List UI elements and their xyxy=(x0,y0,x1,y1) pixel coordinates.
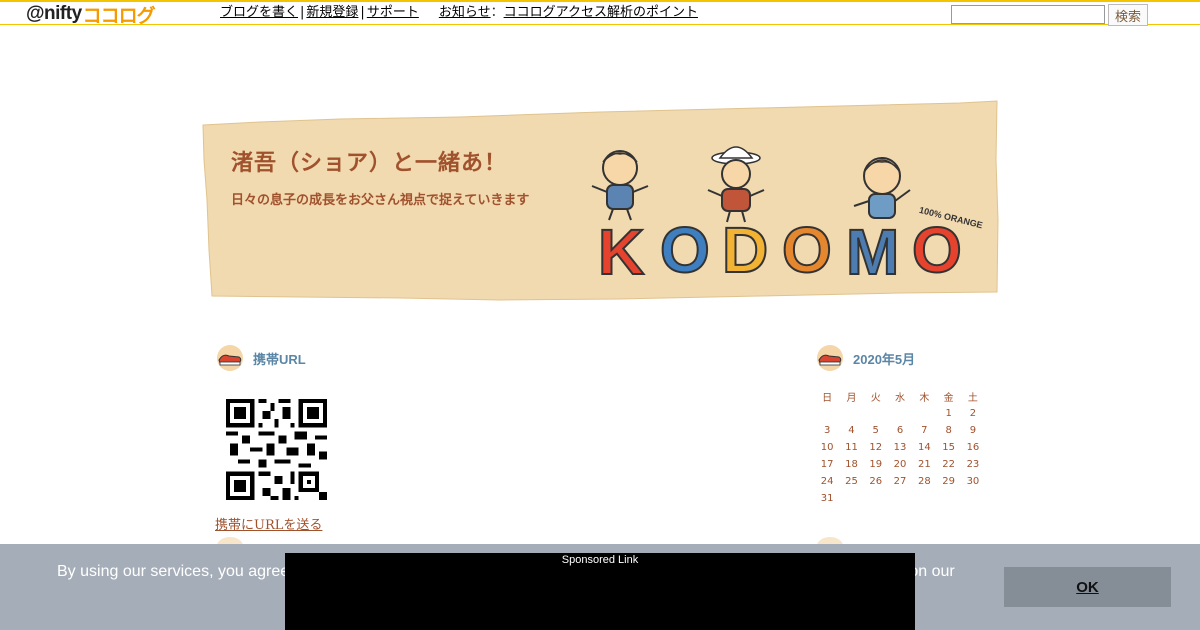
search-input[interactable] xyxy=(951,5,1105,24)
top-nav: ブログを書く | 新規登録 | サポート お知らせ：ココログアクセス解析のポイント xyxy=(220,4,698,21)
calendar-day: 24 xyxy=(820,476,834,487)
calendar-week-row: 17 18 19 20 21 22 23 xyxy=(815,456,985,473)
sponsored-ad-box[interactable]: Sponsored Link xyxy=(285,553,915,630)
calendar-day: 27 xyxy=(893,476,907,487)
calendar-empty-cell xyxy=(912,490,936,507)
nav-separator: | xyxy=(360,5,365,20)
calendar-day: 29 xyxy=(942,476,955,487)
calendar-day: 6 xyxy=(896,425,904,436)
blog-title[interactable]: 渚吾（ショア）と一緒あ！ xyxy=(231,145,507,177)
sidebar-heading-calendar: 2020年5月 xyxy=(815,343,915,373)
calendar-week-row: 24 25 26 27 28 29 30 xyxy=(815,473,985,490)
calendar-day: 1 xyxy=(945,408,952,419)
send-url-to-mobile-link[interactable]: 携帯にURLを送る xyxy=(215,514,322,533)
calendar-empty-cell xyxy=(815,405,839,422)
calendar-empty-cell xyxy=(864,490,888,507)
weekday-label: 土 xyxy=(967,393,978,404)
calendar-day: 31 xyxy=(820,493,834,504)
calendar-week-row: 31 xyxy=(815,490,985,507)
calendar-day: 8 xyxy=(945,425,952,436)
calendar-month-title: 2020年5月 xyxy=(853,351,916,367)
calendar-day: 5 xyxy=(872,425,879,436)
calendar-empty-cell xyxy=(864,405,888,422)
calendar-day: 21 xyxy=(917,459,931,470)
calendar-day: 22 xyxy=(942,459,955,470)
calendar-empty-cell xyxy=(936,490,960,507)
calendar-empty-cell xyxy=(888,490,912,507)
calendar-day: 26 xyxy=(869,476,883,487)
calendar-day: 12 xyxy=(869,442,883,453)
calendar-day: 3 xyxy=(823,425,831,436)
notice-colon: ： xyxy=(490,5,504,20)
calendar-day: 4 xyxy=(848,425,855,436)
logo-letter-k: K xyxy=(598,216,644,288)
calendar-day: 17 xyxy=(820,459,834,470)
top-bar: @nifty ココログ ブログを書く | 新規登録 | サポート お知らせ：ココログアクセ… xyxy=(0,0,1200,27)
shoe-icon xyxy=(817,345,843,371)
calendar-day: 28 xyxy=(917,476,931,487)
calendar-day: 11 xyxy=(845,442,858,453)
calendar-day: 10 xyxy=(820,442,834,453)
sponsored-label: Sponsored Link xyxy=(561,554,639,566)
qr-code-image xyxy=(226,399,327,500)
calendar-day: 14 xyxy=(917,442,931,453)
calendar-body: 1 2 3 4 5 6 7 8 9 10 11 12 13 14 15 16 17 18 19 20 21 22 23 24 2… xyxy=(815,405,985,507)
logo-letter-o: O xyxy=(782,214,832,286)
calendar-empty-cell xyxy=(839,490,863,507)
calendar-weekday-row: 日 月 火 水 木 金 土 xyxy=(815,388,985,405)
logo-letter-o: O xyxy=(660,214,710,286)
calendar-day: 16 xyxy=(966,442,980,453)
calendar-week-row: 3 4 5 6 7 8 9 xyxy=(815,422,985,439)
nav-notice-link[interactable]: お知らせ xyxy=(439,5,491,20)
calendar-day: 19 xyxy=(869,459,883,470)
logo-letter-m: M xyxy=(846,216,899,288)
sidebar-title: 携帯URL xyxy=(253,351,306,367)
calendar-week-row: 12 xyxy=(815,405,985,422)
nav-notice-article-link[interactable]: ココログアクセス解析のポイント xyxy=(504,5,698,20)
consent-text: By using our services, you agree xyxy=(57,563,290,580)
consent-ok-button[interactable]: OK xyxy=(1004,567,1171,607)
calendar-day: 15 xyxy=(942,442,955,453)
calendar-empty-cell xyxy=(888,405,912,422)
calendar-week-row: 10 11 12 13 14 15 16 xyxy=(815,439,985,456)
nav-separator: | xyxy=(300,5,305,20)
calendar-day: 18 xyxy=(845,459,858,470)
nav-support-link[interactable]: サポート xyxy=(367,5,419,20)
calendar-day: 13 xyxy=(893,442,907,453)
logo-letter-o: O xyxy=(912,214,962,286)
calendar-day: 7 xyxy=(921,425,928,436)
calendar-day: 25 xyxy=(845,476,858,487)
calendar: 日 月 火 水 木 金 土 1 2 3 4 5 6 7 8 9 10 11 12 13 14 15 16 17 1… xyxy=(815,388,985,507)
weekday-label: 金 xyxy=(943,393,954,404)
sidebar-heading-mobile-url: 携帯URL xyxy=(215,343,306,373)
nav-write-blog-link[interactable]: ブログを書く xyxy=(220,5,298,20)
calendar-empty-cell xyxy=(839,405,863,422)
calendar-day: 30 xyxy=(966,476,980,487)
calendar-day: 20 xyxy=(893,459,907,470)
nav-signup-link[interactable]: 新規登録 xyxy=(306,5,358,20)
logo-at-text: @nifty xyxy=(26,3,82,24)
calendar-day: 2 xyxy=(969,408,977,419)
shoe-icon xyxy=(217,345,243,371)
search-button[interactable]: 検索 xyxy=(1108,4,1148,26)
weekday-label: 日 xyxy=(822,393,833,404)
weekday-label: 月 xyxy=(846,393,857,404)
weekday-label: 水 xyxy=(895,393,906,404)
calendar-day: 9 xyxy=(969,425,977,436)
calendar-day: 23 xyxy=(966,459,980,470)
logo-brand-text: ココログ xyxy=(82,5,156,27)
blog-description: 日々の息子の成長をお父さん視点で捉えていきます xyxy=(231,193,530,208)
nifty-cocolog-logo[interactable]: @nifty ココログ xyxy=(26,3,156,27)
calendar-empty-cell xyxy=(961,490,985,507)
calendar-empty-cell xyxy=(912,405,936,422)
weekday-label: 火 xyxy=(870,393,881,404)
weekday-label: 木 xyxy=(919,393,930,404)
logo-letter-d: D xyxy=(722,214,768,286)
